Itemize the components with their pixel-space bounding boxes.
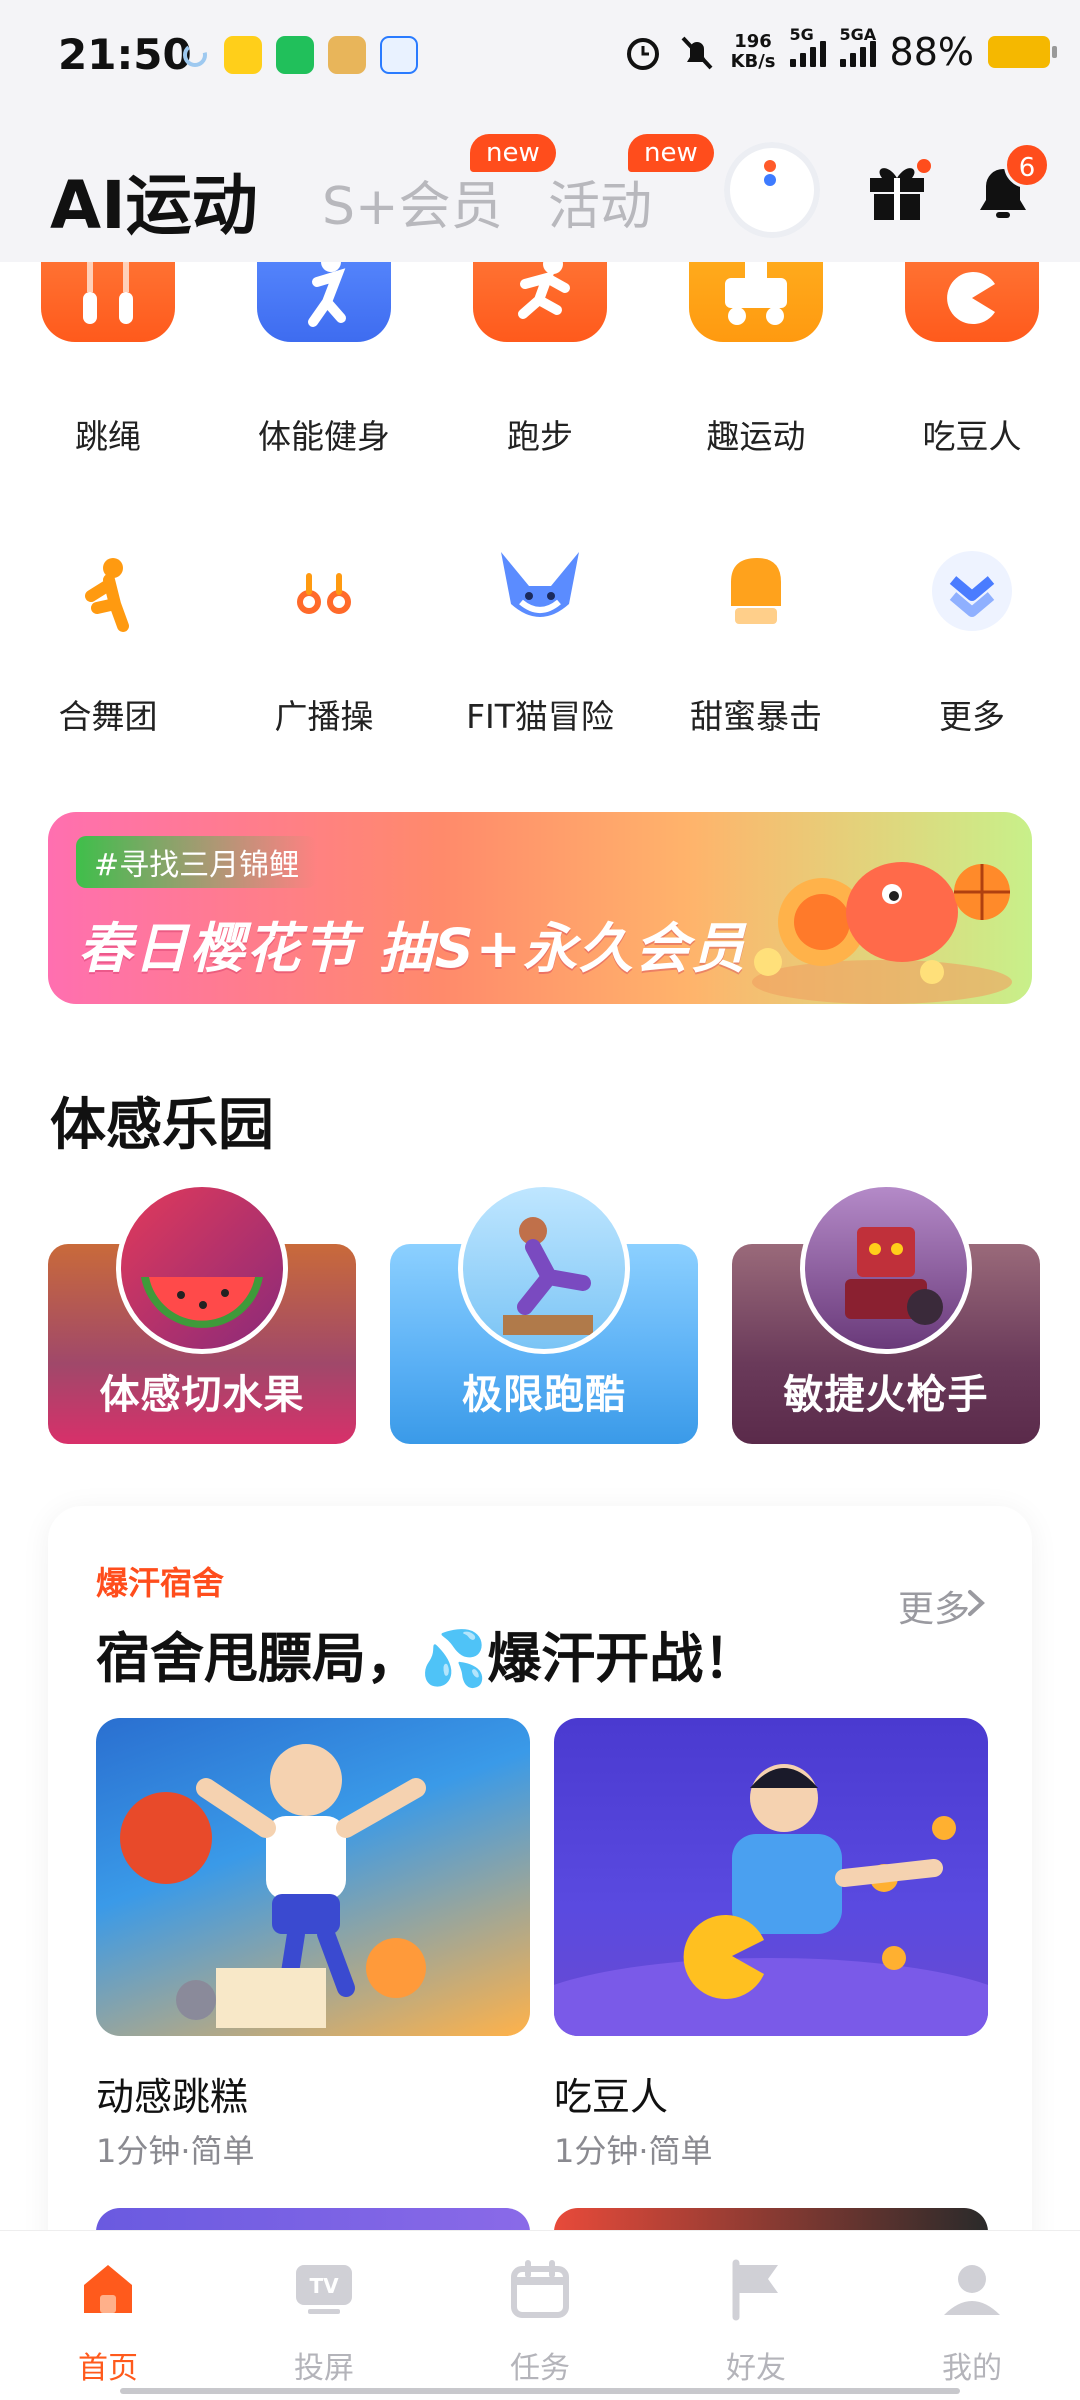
- sport-item-label: 体能健身: [258, 417, 390, 456]
- status-time: 21:50: [58, 30, 192, 79]
- notification-count-badge: 6: [1004, 142, 1050, 188]
- net-speed: 196 KB/s: [730, 31, 776, 72]
- game-card-fruit-cut[interactable]: 体感切水果: [48, 1182, 356, 1444]
- nav-friends[interactable]: 好友: [648, 2231, 864, 2400]
- sport-item-label: 甜蜜暴击: [690, 697, 822, 736]
- signal-5ga-icon: 5GA: [839, 25, 876, 67]
- notification-app-icons: [180, 36, 418, 74]
- sport-item-label: 合舞团: [58, 697, 158, 736]
- sport-item-broadcast-exercise[interactable]: 广播操: [216, 520, 432, 736]
- sport-ring-icon[interactable]: [724, 142, 820, 238]
- nav-profile[interactable]: 我的: [864, 2231, 1080, 2400]
- nav-label: 投屏: [294, 2351, 354, 2386]
- svg-text:TV: TV: [309, 2274, 339, 2298]
- chevron-double-down-icon: [932, 551, 1012, 631]
- exercise-icon: [297, 573, 351, 614]
- game-app-icon: [224, 36, 262, 74]
- robot-icon: [800, 1182, 972, 1354]
- koi-fish-mascot-icon: [752, 862, 1012, 1004]
- fox-icon: [501, 552, 579, 617]
- battery-percent: 88%: [889, 30, 974, 74]
- header: AI运动 S+会员 new 活动 new 6: [0, 112, 1080, 262]
- loading-icon: [183, 43, 207, 67]
- dorm-title: 宿舍甩膘局，💦爆汗开战！: [96, 1627, 758, 1690]
- sport-item-sweet-strike[interactable]: 甜蜜暴击: [648, 520, 864, 736]
- sport-item-dance[interactable]: 合舞团: [0, 520, 216, 736]
- sport-item-label: 更多: [939, 697, 1005, 736]
- sport-item-label: 跑步: [507, 417, 573, 456]
- home-indicator[interactable]: [120, 2388, 960, 2394]
- tv-icon: TV: [296, 2265, 352, 2314]
- promo-banner[interactable]: #寻找三月锦鲤 春日樱花节 抽S+永久会员: [48, 812, 1032, 1004]
- nav-tasks[interactable]: 任务: [432, 2231, 648, 2400]
- bottom-nav: 首页 TV 投屏 任务 好友 我的: [0, 2230, 1080, 2400]
- sport-item-label: 广播操: [274, 697, 374, 736]
- chevron-right-icon[interactable]: [962, 1588, 992, 1618]
- sport-item-label: 吃豆人: [922, 417, 1022, 456]
- nav-label: 好友: [726, 2351, 786, 2386]
- sport-item-fitness[interactable]: 体能健身: [216, 232, 432, 456]
- new-badge: new: [628, 134, 714, 172]
- workout-meta: 1分钟·简单: [96, 2132, 255, 2170]
- game-card-title: 极限跑酷: [462, 1372, 626, 1418]
- boxing-glove-icon: [731, 558, 781, 624]
- more-link[interactable]: 更多: [898, 1580, 970, 1632]
- workout-card-pacman[interactable]: [554, 1718, 988, 2036]
- top-bar: 21:50 196 KB/s 5G 5GA 88% AI运动 S+会员 new …: [0, 0, 1080, 262]
- sport-item-running[interactable]: 跑步: [432, 232, 648, 456]
- pacman-illustration: [554, 1764, 988, 2036]
- gift-icon[interactable]: [862, 154, 932, 224]
- sport-item-label: 趣运动: [706, 417, 806, 456]
- workout-card-jump-cake[interactable]: [96, 1718, 530, 2036]
- calendar-icon: [511, 2260, 569, 2318]
- mute-bell-icon: [681, 36, 713, 70]
- sport-grid-row-1: 跳绳 体能健身 跑步 趣运动 吃豆人: [0, 232, 1080, 456]
- status-bar: 21:50 196 KB/s 5G 5GA 88%: [0, 0, 1080, 112]
- sport-grid-row-2: 合舞团 广播操 FIT猫冒险 甜蜜暴击 更多: [0, 520, 1080, 740]
- signal-5g-icon: 5G: [789, 25, 826, 67]
- game-card-title: 敏捷火枪手: [783, 1372, 989, 1418]
- nav-label: 任务: [510, 2351, 570, 2386]
- nav-home[interactable]: 首页: [0, 2231, 216, 2400]
- sport-item-fun-sport[interactable]: 趣运动: [648, 232, 864, 456]
- sport-item-label: 跳绳: [75, 417, 141, 456]
- sport-item-label: FIT猫冒险: [466, 697, 614, 736]
- status-right: 196 KB/s 5G 5GA 88%: [623, 25, 1057, 74]
- section-title-somatosensory: 体感乐园: [50, 1093, 274, 1158]
- jump-cake-illustration: [120, 1744, 426, 2028]
- sport-item-pacman[interactable]: 吃豆人: [864, 232, 1080, 456]
- banner-tag: #寻找三月锦鲤: [76, 836, 318, 888]
- workout-title: 吃豆人: [554, 2075, 669, 2119]
- target-app-icon: [328, 36, 366, 74]
- tab-activity[interactable]: 活动: [548, 164, 652, 239]
- flag-icon: [732, 2259, 778, 2321]
- battery-icon: [988, 36, 1057, 68]
- workout-title: 动感跳糕: [96, 2075, 249, 2119]
- message-app-icon: [380, 36, 418, 74]
- game-card-title: 体感切水果: [99, 1372, 305, 1418]
- profile-icon: [944, 2265, 1000, 2315]
- game-card-musketeer[interactable]: 敏捷火枪手: [732, 1182, 1040, 1444]
- home-icon: [84, 2265, 132, 2313]
- nav-label: 我的: [942, 2351, 1002, 2386]
- sport-item-fit-cat[interactable]: FIT猫冒险: [432, 520, 648, 736]
- parkour-icon: [458, 1182, 630, 1354]
- alarm-icon: [626, 38, 659, 70]
- game-card-parkour[interactable]: 极限跑酷: [390, 1182, 698, 1444]
- banner-title: 春日樱花节 抽S+永久会员: [78, 917, 747, 980]
- tab-ai-sport[interactable]: AI运动: [50, 152, 258, 248]
- sport-item-jump-rope[interactable]: 跳绳: [0, 232, 216, 456]
- workout-meta: 1分钟·简单: [554, 2132, 713, 2170]
- sport-item-more[interactable]: 更多: [864, 520, 1080, 736]
- nav-cast[interactable]: TV 投屏: [216, 2231, 432, 2400]
- nav-label: 首页: [78, 2351, 138, 2386]
- dance-icon: [85, 558, 129, 632]
- watermelon-icon: [116, 1182, 288, 1354]
- dorm-kicker: 爆汗宿舍: [96, 1564, 225, 1602]
- tab-s-plus-member[interactable]: S+会员: [322, 164, 503, 239]
- wechat-icon: [276, 36, 314, 74]
- new-badge: new: [470, 134, 556, 172]
